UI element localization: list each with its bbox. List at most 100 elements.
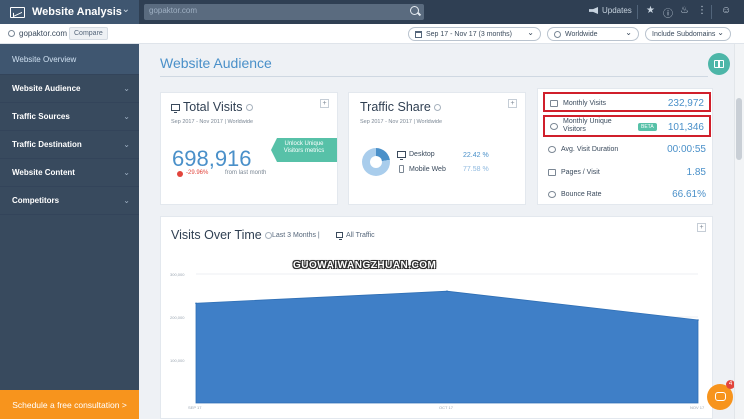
chevron-down-icon: ⌄ bbox=[123, 84, 130, 93]
info-icon[interactable] bbox=[245, 104, 253, 112]
top-bar: Website Analysis ⌄ gopaktor.com Updates … bbox=[0, 0, 744, 24]
megaphone-icon bbox=[589, 7, 598, 14]
x-tick-label: OCT 17 bbox=[439, 405, 454, 410]
country-select[interactable]: Worldwide ⌄ bbox=[547, 27, 639, 41]
page-title: Website Audience bbox=[160, 55, 272, 71]
sidebar-item-competitors[interactable]: Competitors ⌄ bbox=[0, 187, 139, 215]
metric-bounce-rate: Bounce Rate 66.61% bbox=[543, 185, 711, 205]
traffic-icon bbox=[336, 232, 343, 241]
visits-area-chart: 300,000 200,000 100,000 SEP 17 OCT 17 NOV 17 bbox=[170, 272, 705, 410]
cta-label: Schedule a free consultation > bbox=[12, 399, 127, 410]
metric-label: Pages / Visit bbox=[561, 169, 600, 176]
metric-value: 232,972 bbox=[667, 98, 704, 109]
sidebar: Website Overview Website Audience ⌄ Traf… bbox=[0, 44, 139, 419]
compare-label: Compare bbox=[74, 30, 103, 37]
metric-monthly-unique-visitors: Monthly Unique Visitors BETA 101,346 bbox=[543, 115, 711, 137]
sidebar-item-website-audience[interactable]: Website Audience ⌄ bbox=[0, 75, 139, 103]
chevron-down-icon: ⌄ bbox=[123, 196, 130, 205]
x-tick-label: SEP 17 bbox=[188, 405, 202, 410]
title-divider bbox=[160, 76, 708, 77]
user-icon[interactable]: ☺ bbox=[721, 5, 731, 16]
metric-value: 66.61% bbox=[672, 189, 706, 200]
date-range-value: Sep 17 - Nov 17 (3 months) bbox=[426, 30, 512, 38]
metric-value: 101,346 bbox=[667, 122, 704, 133]
filter-bar: gopaktor.com Compare Sep 17 - Nov 17 (3 … bbox=[0, 24, 744, 44]
schedule-consultation-button[interactable]: Schedule a free consultation > bbox=[0, 390, 139, 419]
date-range-select[interactable]: Sep 17 - Nov 17 (3 months) ⌄ bbox=[408, 27, 541, 41]
beta-badge: BETA bbox=[638, 123, 657, 131]
country-value: Worldwide bbox=[565, 30, 598, 38]
y-tick-label: 300,000 bbox=[170, 272, 185, 277]
sidebar-item-traffic-sources[interactable]: Traffic Sources ⌄ bbox=[0, 103, 139, 131]
phone-icon bbox=[399, 165, 404, 173]
chart-monitor-icon bbox=[10, 6, 25, 18]
chart-source-text: All Traffic bbox=[346, 232, 375, 239]
bounce-icon bbox=[548, 191, 556, 198]
metric-avg-visit-duration: Avg. Visit Duration 00:00:55 bbox=[543, 140, 711, 160]
chevron-down-icon: ⌄ bbox=[625, 28, 632, 37]
bell-icon[interactable]: ♨ bbox=[680, 5, 689, 16]
mobile-label: Mobile Web bbox=[409, 165, 446, 173]
updates-button[interactable]: Updates bbox=[589, 6, 632, 15]
toolbar-divider bbox=[711, 5, 712, 19]
sidebar-item-website-content[interactable]: Website Content ⌄ bbox=[0, 159, 139, 187]
search-icon[interactable] bbox=[410, 6, 419, 15]
total-visits-title: Total Visits bbox=[171, 100, 253, 114]
app-switcher[interactable]: Website Analysis ⌄ bbox=[0, 0, 139, 24]
sidebar-item-label: Website Overview bbox=[12, 54, 77, 64]
unlock-unique-visitors-button[interactable]: Unlock Unique Visitors metrics bbox=[271, 138, 337, 162]
subdomains-select[interactable]: Include Subdomains ⌄ bbox=[645, 27, 731, 41]
chart-range: Last 3 Months | bbox=[272, 232, 320, 239]
chevron-down-icon: ⌄ bbox=[121, 4, 130, 15]
info-icon[interactable] bbox=[264, 232, 272, 240]
traffic-share-donut bbox=[362, 148, 390, 176]
sidebar-item-label: Traffic Sources bbox=[12, 112, 70, 121]
chevron-down-icon: ⌄ bbox=[527, 28, 534, 37]
chart-traffic-source: All Traffic bbox=[336, 232, 375, 241]
compare-button[interactable]: Compare bbox=[69, 27, 108, 40]
metric-label: Bounce Rate bbox=[561, 191, 602, 198]
y-tick-label: 100,000 bbox=[170, 358, 185, 363]
search-input[interactable]: gopaktor.com bbox=[144, 4, 424, 20]
desktop-share-row: Desktop bbox=[397, 151, 435, 160]
updates-label: Updates bbox=[602, 6, 632, 15]
guide-button[interactable] bbox=[708, 53, 730, 75]
chat-icon bbox=[715, 392, 726, 401]
scrollbar-thumb[interactable] bbox=[736, 98, 742, 160]
site-domain: gopaktor.com bbox=[8, 29, 67, 38]
pages-icon bbox=[548, 169, 556, 176]
chevron-down-icon: ⌄ bbox=[123, 140, 130, 149]
metric-value: 00:00:55 bbox=[667, 144, 706, 155]
globe-icon bbox=[554, 30, 561, 38]
desktop-label: Desktop bbox=[409, 151, 435, 158]
monitor-icon bbox=[171, 104, 180, 114]
star-icon[interactable]: ★ bbox=[646, 5, 655, 16]
book-icon bbox=[714, 60, 724, 68]
metric-label: Avg. Visit Duration bbox=[561, 146, 619, 153]
visits-area-series bbox=[195, 290, 699, 404]
clock-icon bbox=[548, 146, 556, 153]
chart-title: Visits Over Time bbox=[171, 228, 272, 242]
traffic-share-subtitle: Sep 2017 - Nov 2017 | Worldwide bbox=[360, 119, 443, 125]
mobile-share-row: Mobile Web bbox=[397, 165, 446, 173]
sidebar-item-traffic-destination[interactable]: Traffic Destination ⌄ bbox=[0, 131, 139, 159]
total-visits-title-text: Total Visits bbox=[183, 100, 243, 114]
desktop-share-value: 22.42 % bbox=[463, 152, 489, 159]
help-icon[interactable]: ⓘ bbox=[663, 5, 673, 20]
sidebar-item-website-overview[interactable]: Website Overview bbox=[0, 44, 139, 75]
sidebar-item-label: Traffic Destination bbox=[12, 140, 82, 149]
subdomains-value: Include Subdomains bbox=[652, 30, 716, 38]
expand-icon[interactable]: + bbox=[320, 99, 329, 108]
expand-icon[interactable]: + bbox=[508, 99, 517, 108]
sidebar-item-label: Website Content bbox=[12, 168, 75, 177]
traffic-share-title-text: Traffic Share bbox=[360, 100, 431, 114]
chevron-down-icon: ⌄ bbox=[717, 28, 724, 37]
traffic-share-title: Traffic Share bbox=[360, 100, 441, 114]
expand-icon[interactable]: + bbox=[697, 223, 706, 232]
more-icon[interactable]: ⋮ bbox=[697, 5, 707, 16]
data-point bbox=[195, 302, 197, 305]
y-tick-label: 200,000 bbox=[170, 315, 185, 320]
desktop-icon bbox=[397, 151, 406, 160]
sidebar-item-label: Website Audience bbox=[12, 84, 81, 93]
info-icon[interactable] bbox=[433, 104, 441, 112]
